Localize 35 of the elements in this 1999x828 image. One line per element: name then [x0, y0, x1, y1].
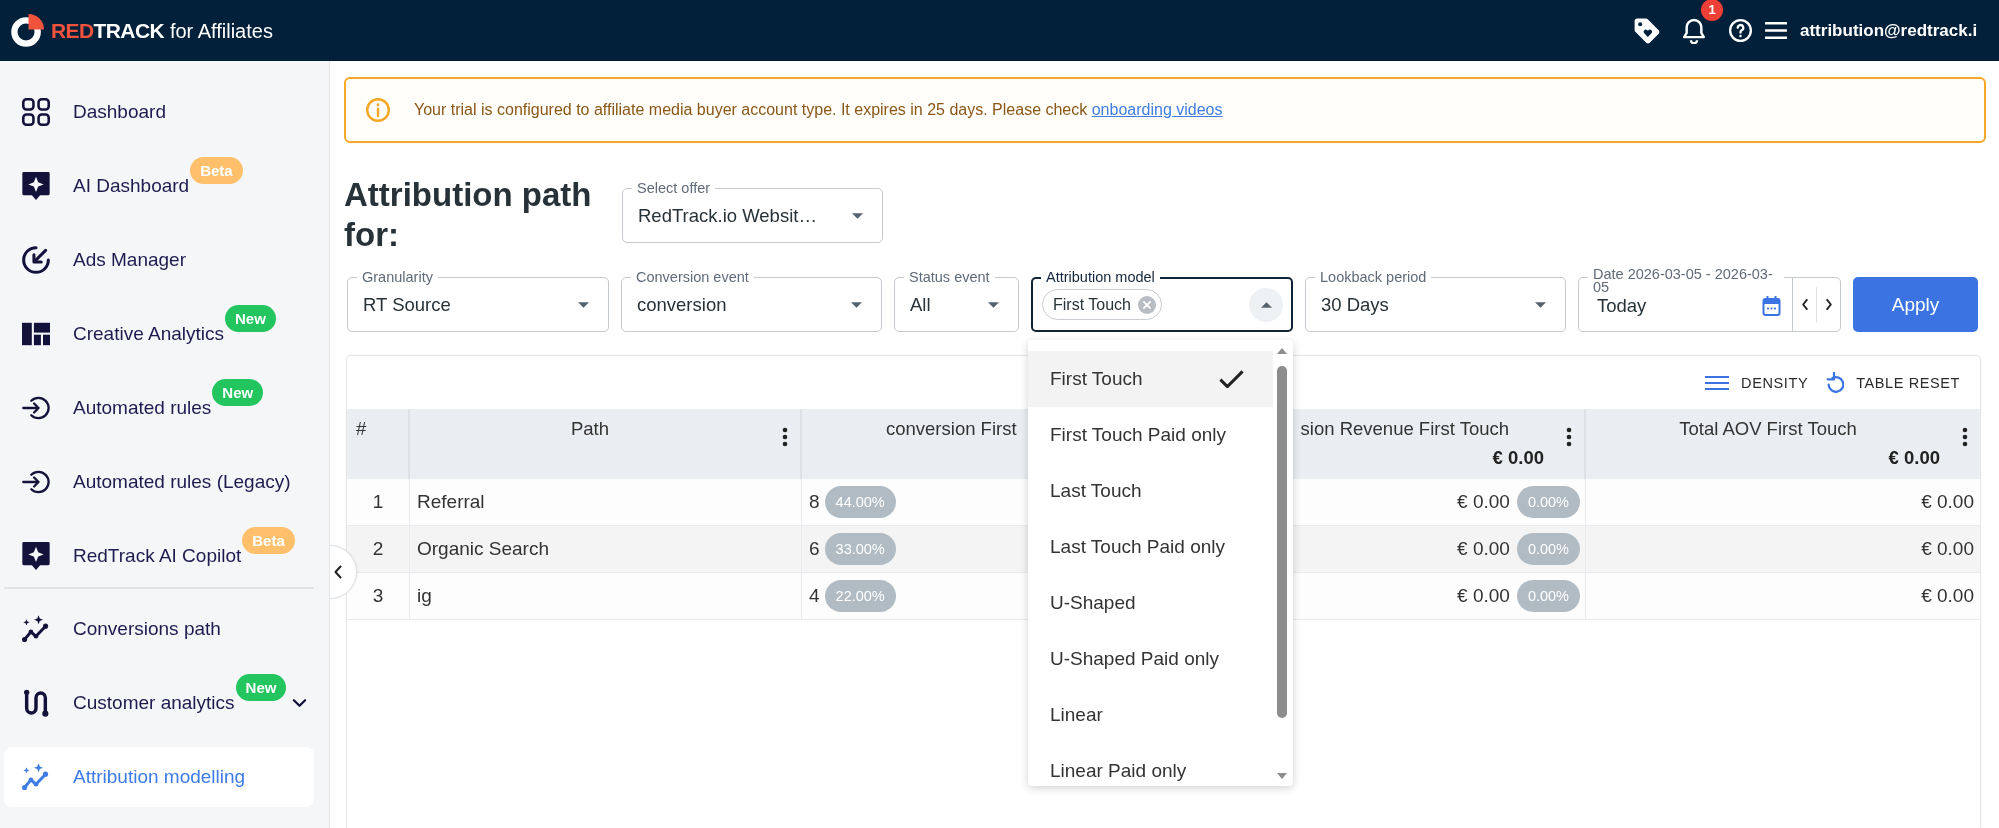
- column-total: € 0.00: [1492, 447, 1544, 469]
- column-title: Path: [570, 418, 610, 440]
- feature-badge: New: [225, 304, 276, 332]
- cell-value: 6: [809, 538, 820, 560]
- share-badge: 33.00%: [824, 533, 896, 565]
- column-title: conversion First: [886, 418, 1017, 440]
- feature-badge: New: [235, 673, 287, 701]
- column-title: Total AOV First Touch: [1679, 418, 1857, 440]
- share-badge: 0.00%: [1516, 533, 1580, 565]
- cell-value: € 0.00: [1457, 491, 1510, 513]
- table-cell: ig: [410, 573, 802, 619]
- table-cell: Referral: [410, 479, 802, 525]
- feature-badge: New: [212, 378, 264, 406]
- share-badge: 44.00%: [824, 486, 896, 518]
- column-total: € 0.00: [1888, 447, 1940, 469]
- share-badge: 22.00%: [824, 580, 896, 612]
- table-cell-text: € 0.00: [1920, 490, 1975, 514]
- feature-badge: Beta: [242, 526, 295, 554]
- share-badge: 0.00%: [1516, 486, 1580, 518]
- table-cell: 1: [347, 479, 410, 525]
- feature-badge: Beta: [190, 156, 243, 184]
- notification-badge: 1: [1701, 0, 1723, 21]
- table-cell: Organic Search: [410, 526, 802, 572]
- column-title: #: [356, 418, 367, 440]
- cell-value: € 0.00: [1457, 538, 1510, 560]
- column-title: sion Revenue First Touch: [1300, 418, 1509, 440]
- cell-value: € 0.00: [1457, 585, 1510, 607]
- table-cell-text: € 0.00: [1920, 584, 1975, 608]
- cell-value: 4: [809, 585, 820, 607]
- trial-notice-text: Your trial is configured to affiliate media buyer account type. It expires in 25 days. Please check onboarding videos: [414, 101, 1223, 119]
- cell-value: 8: [809, 491, 820, 513]
- table-cell-text: € 0.00: [1920, 537, 1975, 561]
- page-title: Attribution path for:: [344, 175, 593, 255]
- share-badge: 0.00%: [1516, 580, 1580, 612]
- brand-title: REDTRACK for Affiliates: [51, 18, 273, 43]
